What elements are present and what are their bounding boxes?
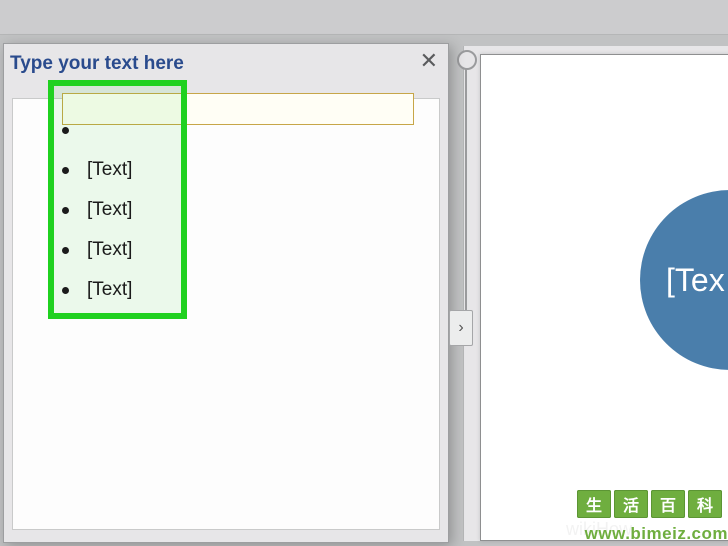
bullet-icon (62, 287, 69, 294)
connector-handle-icon (457, 50, 477, 70)
panel-close-button[interactable]: ✕ (420, 50, 438, 72)
panel-expand-handle[interactable]: › (449, 310, 473, 346)
smartart-connector (455, 50, 475, 86)
list-item[interactable]: [Text] (62, 270, 422, 310)
chevron-right-icon: › (458, 319, 463, 337)
site-logo: 生 活 百 科 (577, 490, 722, 518)
list-item-label: [Text] (87, 159, 132, 181)
bullet-icon (62, 207, 69, 214)
list-item[interactable]: [Text] (62, 150, 422, 190)
list-item-label: [Text] (87, 199, 132, 221)
connector-line (465, 68, 467, 328)
bullet-icon (62, 247, 69, 254)
panel-title: Type your text here (10, 53, 184, 75)
logo-char: 科 (688, 490, 722, 518)
list-item[interactable]: [Text] (62, 190, 422, 230)
logo-char: 活 (614, 490, 648, 518)
bullet-icon (62, 167, 69, 174)
bullet-icon (62, 127, 69, 134)
list-item[interactable]: [Text] (62, 230, 422, 270)
smartart-circle-label: [Tex (666, 262, 725, 299)
list-item-label: [Text] (87, 239, 132, 261)
list-item[interactable] (62, 110, 422, 150)
bullet-list: [Text] [Text] [Text] [Text] (62, 110, 422, 310)
site-url-watermark: www.bimeiz.com (585, 524, 728, 544)
list-item-label: [Text] (87, 279, 132, 301)
logo-char: 百 (651, 490, 685, 518)
close-icon: ✕ (420, 48, 438, 73)
logo-char: 生 (577, 490, 611, 518)
ribbon-strip (0, 0, 728, 35)
app-stage: [Tex Type your text here ✕ [Text] [Text]… (0, 0, 728, 546)
